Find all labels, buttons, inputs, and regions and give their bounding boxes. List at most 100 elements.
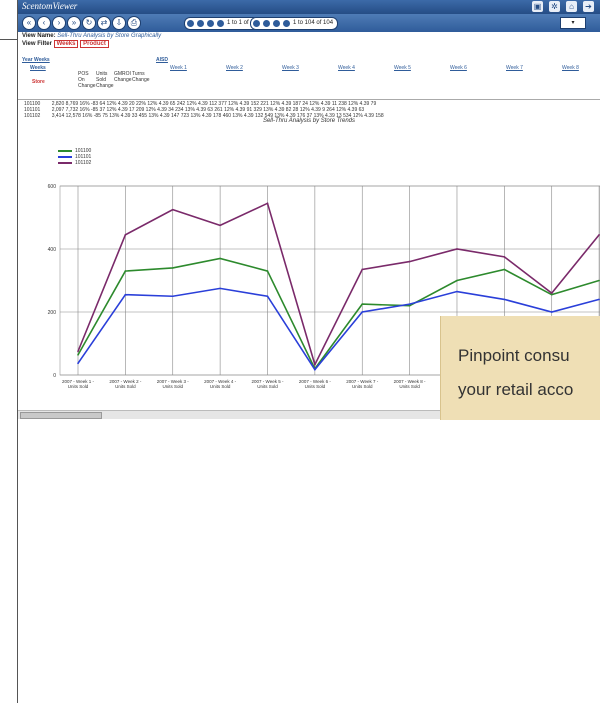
pager-next-icon[interactable] [273,20,280,27]
data-point [550,293,553,296]
settings-icon[interactable]: ✲ [549,1,560,12]
x-tick-label: 2007 - Week 7 -Units Sold [346,379,378,389]
refresh-icon[interactable]: ↻ [82,16,96,30]
col-header[interactable]: POS On Change [78,71,96,89]
data-point [171,267,174,269]
data-point [219,257,221,260]
data-point [456,248,458,250]
dim-header-year-weeks[interactable]: Year Weeks [22,57,50,63]
scrollbar-thumb[interactable] [20,412,102,419]
week-header[interactable]: Week 8 [562,65,579,71]
x-tick-label: 2007 - Week 8 -Units Sold [394,379,426,389]
data-point [408,260,411,263]
data-point [503,256,506,258]
y-tick-label: 600 [48,184,57,190]
week-header[interactable]: Week 4 [338,65,355,71]
callout-line-2: your retail acco [458,380,574,399]
frame-tick [0,39,18,40]
data-point [219,287,221,290]
data-point [266,270,269,272]
title-bar: ScentomViewer ▣ ✲ ⌂ ➔ [18,0,600,14]
pager-last-icon[interactable] [283,20,290,27]
y-tick-label: 200 [48,310,57,316]
x-tick-label: 2007 - Week 5 -Units Sold [252,379,284,389]
week-header[interactable]: Week 7 [506,65,523,71]
data-point [171,208,174,211]
data-point [550,311,553,313]
callout-line-1: Pinpoint consu [458,346,570,365]
week-header[interactable]: Week 6 [450,65,467,71]
x-tick-label: 2007 - Week 1 -Units Sold [62,379,94,389]
last-page-icon[interactable]: » [67,16,81,30]
view-name-label: View Name: [22,33,56,39]
data-point [124,234,127,236]
exit-icon[interactable]: ➔ [583,1,594,12]
export-icon[interactable]: ⇩ [112,16,126,30]
pager-prev-icon[interactable] [197,20,204,27]
x-tick-label: 2007 - Week 2 -Units Sold [109,379,141,389]
data-point [550,292,553,294]
view-filter-label: View Filter [22,41,52,47]
col-header[interactable]: GMROI Change [114,71,132,89]
save-icon[interactable]: ▣ [532,1,543,12]
data-point [77,354,79,356]
week-header[interactable]: Week 3 [282,65,299,71]
filter-chip-product[interactable]: Product [80,40,109,48]
y-tick-label: 0 [53,373,56,379]
dim-header-weeks[interactable]: Weeks [30,65,46,71]
y-tick-label: 400 [48,247,57,253]
data-point [314,368,316,371]
first-page-icon[interactable]: « [22,16,36,30]
row-header-store[interactable]: Store [32,79,45,85]
data-point [266,202,269,205]
pager-last-icon[interactable] [217,20,224,27]
column-pager[interactable]: 1 to 1 of 1 [184,17,259,30]
data-point [456,279,458,282]
data-point [361,303,364,305]
data-point [77,362,79,365]
print-icon[interactable]: ⎙ [127,16,141,30]
data-point [361,268,364,271]
data-point [124,293,127,296]
pager-prev-icon[interactable] [263,20,270,27]
chart-title: Sell-Thru Analysis by Store Trends [262,118,356,124]
navigation-toolbar: « ‹ › » ↻ ⇄ ⇩ ⎙ 1 to 1 of 1 1 to 104 of … [18,14,600,32]
view-name: View Name: Sell-Thru Analysis by Store G… [22,33,161,39]
pager-next-icon[interactable] [207,20,214,27]
data-point [266,295,269,298]
data-point [456,290,458,293]
pager-first-icon[interactable] [253,20,260,27]
data-point [219,224,221,227]
col-header[interactable]: Units Sold Change [96,71,114,89]
marketing-callout [440,316,600,420]
home-icon[interactable]: ⌂ [566,1,577,12]
tools-dropdown[interactable]: ▾ [560,17,586,29]
data-point [361,311,364,313]
x-tick-label: 2007 - Week 4 -Units Sold [204,379,236,389]
data-point [171,295,174,298]
data-point [314,363,316,366]
group-header-aisd[interactable]: AISD [156,57,168,63]
data-point [77,350,79,353]
filter-chip-weeks[interactable]: Weeks [53,40,79,48]
data-point [503,298,506,301]
col-header[interactable]: Turns Change [132,71,150,89]
app-title: ScentomViewer [22,1,78,11]
view-filter: View Filter Weeks Product [22,40,109,48]
data-point [408,304,411,307]
week-header[interactable]: Week 2 [226,65,243,71]
next-page-icon[interactable]: › [52,16,66,30]
week-header[interactable]: Week 5 [394,65,411,71]
row-pager[interactable]: 1 to 104 of 104 [250,17,339,30]
x-tick-label: 2007 - Week 3 -Units Sold [157,379,189,389]
pivot-icon[interactable]: ⇄ [97,16,111,30]
view-name-value: Sell-Thru Analysis by Store Graphically [57,33,162,39]
week-header[interactable]: Week 1 [170,65,187,71]
data-point [124,270,127,272]
x-tick-label: 2007 - Week 6 -Units Sold [299,379,331,389]
previous-page-icon[interactable]: ‹ [37,16,51,30]
row-pager-text: 1 to 104 of 104 [293,20,334,26]
data-point [408,303,411,305]
pager-first-icon[interactable] [187,20,194,27]
data-point [503,268,506,271]
